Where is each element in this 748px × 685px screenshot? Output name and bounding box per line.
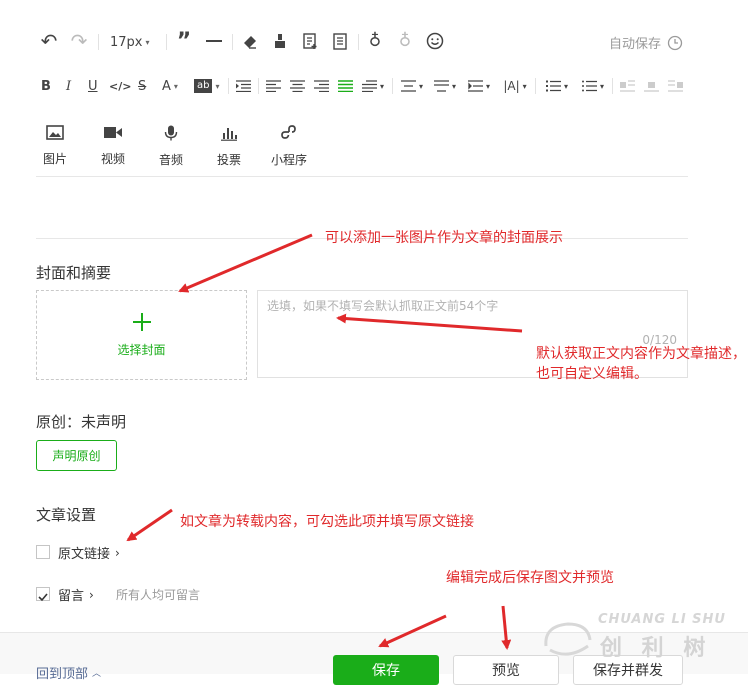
annotation-source-link: 如文章为转载内容，可勾选此项并填写原文链接 (180, 514, 474, 530)
arrow-to-cover (178, 233, 313, 293)
annotation-arrows (126, 233, 523, 650)
arrow-to-save (378, 614, 447, 648)
watermark-text-en: CHUANG LI SHU (598, 612, 726, 627)
annotation-abstract: 默认获取正文内容作为文章描述，也可自定义编辑。 (536, 346, 746, 382)
watermark-text-cn: 创 利 树 (600, 636, 712, 661)
annotation-save: 编辑完成后保存图文并预览 (446, 570, 614, 586)
arrow-to-source-link (126, 508, 173, 542)
annotation-cover: 可以添加一张图片作为文章的封面展示 (325, 230, 563, 246)
arrow-to-preview (501, 605, 512, 650)
arrow-to-abstract (336, 313, 523, 333)
watermark-logo: CHUANG LI SHU 创 利 树 (540, 612, 740, 668)
watermark-swirl-icon (544, 622, 592, 656)
